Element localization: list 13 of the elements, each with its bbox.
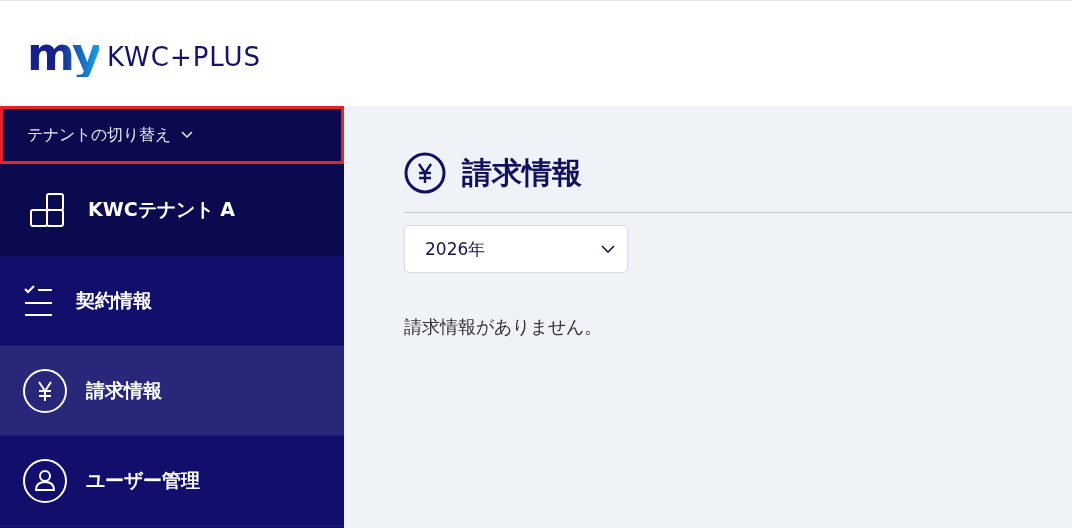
page-title: 請求情報 <box>462 153 582 192</box>
empty-message: 請求情報がありません。 <box>404 315 603 339</box>
tenant-switch-button[interactable]: テナントの切り替え <box>0 106 344 164</box>
chevron-down-icon <box>181 131 193 139</box>
sidebar-item[interactable]: 請求情報 <box>0 346 344 436</box>
yen-icon <box>22 367 68 414</box>
logo-name: KWC+PLUS <box>106 41 262 72</box>
user-icon <box>22 457 68 504</box>
yen-icon <box>404 152 446 194</box>
chevron-down-icon <box>601 245 615 253</box>
tenant-name: KWCテナント A <box>88 197 235 222</box>
year-select[interactable]: 2026年 <box>404 225 628 273</box>
blocks-icon <box>30 192 66 228</box>
